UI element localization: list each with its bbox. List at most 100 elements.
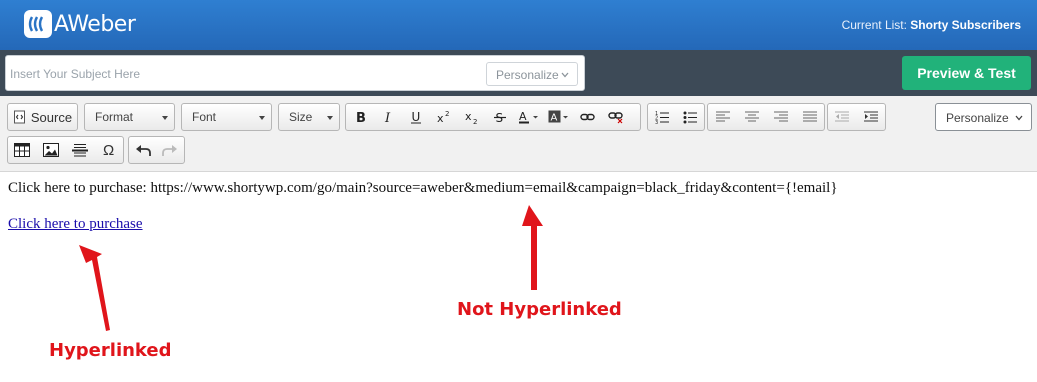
font-dropdown[interactable]: Font — [181, 103, 272, 131]
align-justify-icon — [802, 111, 817, 122]
horizontal-rule-icon — [71, 144, 88, 157]
svg-text:x: x — [437, 112, 444, 124]
text-color-icon: A — [519, 110, 538, 124]
subject-field-container: Personalize — [5, 55, 585, 91]
logo-text: AWeber — [54, 11, 136, 37]
italic-button[interactable]: I — [374, 104, 402, 130]
table-button[interactable] — [8, 137, 37, 163]
redo-icon — [162, 145, 178, 156]
editor-toolbar: Source Format Font Size B I U x 2 x 2 S … — [0, 96, 1037, 172]
preview-and-test-button[interactable]: Preview & Test — [902, 56, 1031, 90]
not-hyperlinked-annotation: Not Hyperlinked — [457, 299, 622, 320]
unlink-icon — [608, 112, 623, 124]
indent-group — [827, 103, 886, 131]
align-center-button[interactable] — [737, 104, 766, 130]
outdent-button[interactable] — [828, 104, 857, 130]
subscript-button[interactable]: x2 — [458, 104, 486, 130]
subject-input[interactable] — [10, 64, 480, 84]
size-dropdown[interactable]: Size — [278, 103, 340, 131]
superscript-icon: x2 — [437, 110, 449, 124]
email-editor-screen: AWeber Current List: Shorty Subscribers … — [0, 0, 1037, 382]
source-group: Source — [7, 103, 78, 131]
svg-text:2: 2 — [473, 118, 477, 124]
numbered-list-button[interactable]: 123 — [648, 104, 676, 130]
special-character-button[interactable]: Ω — [94, 137, 123, 163]
bullet-list-icon — [683, 111, 697, 124]
source-button[interactable]: Source — [8, 104, 77, 130]
source-icon — [13, 110, 25, 124]
unlink-button[interactable] — [602, 104, 630, 130]
svg-text:x: x — [465, 110, 472, 123]
subject-personalize-dropdown[interactable]: Personalize — [486, 62, 578, 86]
image-button[interactable] — [37, 137, 66, 163]
format-dropdown[interactable]: Format — [84, 103, 175, 131]
toolbar-personalize-label: Personalize — [946, 111, 1009, 125]
svg-text:A: A — [551, 113, 558, 124]
background-color-icon: A — [548, 110, 568, 124]
svg-text:A: A — [519, 110, 527, 123]
current-list[interactable]: Current List: Shorty Subscribers — [842, 18, 1021, 32]
strikethrough-button[interactable]: S — [486, 104, 514, 130]
align-center-icon — [744, 111, 759, 122]
table-icon — [14, 143, 31, 157]
undo-icon — [135, 145, 151, 156]
undo-button[interactable] — [129, 137, 157, 163]
caret-down-icon — [162, 116, 168, 120]
current-list-value: Shorty Subscribers — [910, 18, 1021, 32]
bold-icon: B — [356, 111, 366, 124]
indent-icon — [863, 111, 878, 122]
strikethrough-icon: S — [494, 111, 506, 124]
chevron-down-icon — [1015, 115, 1023, 121]
svg-text:U: U — [412, 110, 421, 124]
numbered-list-icon: 123 — [655, 111, 669, 124]
redo-button[interactable] — [157, 137, 185, 163]
app-header: AWeber Current List: Shorty Subscribers — [0, 0, 1037, 50]
arrow-to-url — [522, 205, 543, 290]
svg-text:I: I — [384, 111, 391, 124]
indent-button[interactable] — [857, 104, 886, 130]
align-left-icon — [715, 111, 730, 122]
align-right-button[interactable] — [766, 104, 795, 130]
subscript-icon: x2 — [465, 110, 477, 124]
image-icon — [43, 143, 60, 157]
horizontal-rule-button[interactable] — [66, 137, 95, 163]
background-color-button[interactable]: A — [544, 104, 574, 130]
aweber-logo[interactable]: AWeber — [24, 10, 136, 38]
source-label: Source — [30, 109, 73, 125]
caret-down-icon — [327, 116, 333, 120]
list-group: 123 — [647, 103, 705, 131]
italic-icon: I — [384, 111, 391, 124]
plain-url-text: Click here to purchase: https://www.shor… — [8, 180, 838, 196]
toolbar-personalize-dropdown[interactable]: Personalize — [935, 103, 1032, 131]
chevron-down-icon — [561, 72, 569, 78]
hyperlinked-annotation: Hyperlinked — [49, 340, 172, 361]
format-label: Format — [95, 110, 134, 124]
text-color-button[interactable]: A — [514, 104, 544, 130]
outdent-icon — [835, 111, 850, 122]
link-button[interactable] — [574, 104, 602, 130]
insert-group: Ω — [7, 136, 124, 164]
underline-icon: U — [411, 110, 421, 124]
align-left-button[interactable] — [708, 104, 737, 130]
align-justify-button[interactable] — [795, 104, 824, 130]
align-right-icon — [773, 111, 788, 122]
subject-bar: Personalize Preview & Test — [0, 50, 1037, 96]
link-icon — [580, 113, 595, 121]
superscript-button[interactable]: x2 — [430, 104, 458, 130]
history-group — [128, 136, 185, 164]
svg-text:2: 2 — [445, 110, 449, 118]
current-list-label: Current List: — [841, 18, 907, 32]
purchase-hyperlink[interactable]: Click here to purchase — [8, 216, 143, 232]
text-style-group: B I U x2 x2 S A A — [345, 103, 641, 131]
alignment-group — [707, 103, 825, 131]
size-label: Size — [289, 110, 313, 124]
bold-button[interactable]: B — [346, 104, 374, 130]
svg-text:B: B — [356, 111, 366, 124]
svg-text:3: 3 — [655, 120, 658, 124]
font-label: Font — [192, 110, 217, 124]
underline-button[interactable]: U — [402, 104, 430, 130]
bullet-list-button[interactable] — [676, 104, 704, 130]
aweber-logo-icon — [24, 10, 52, 38]
caret-down-icon — [259, 116, 265, 120]
arrow-to-link — [79, 245, 110, 331]
